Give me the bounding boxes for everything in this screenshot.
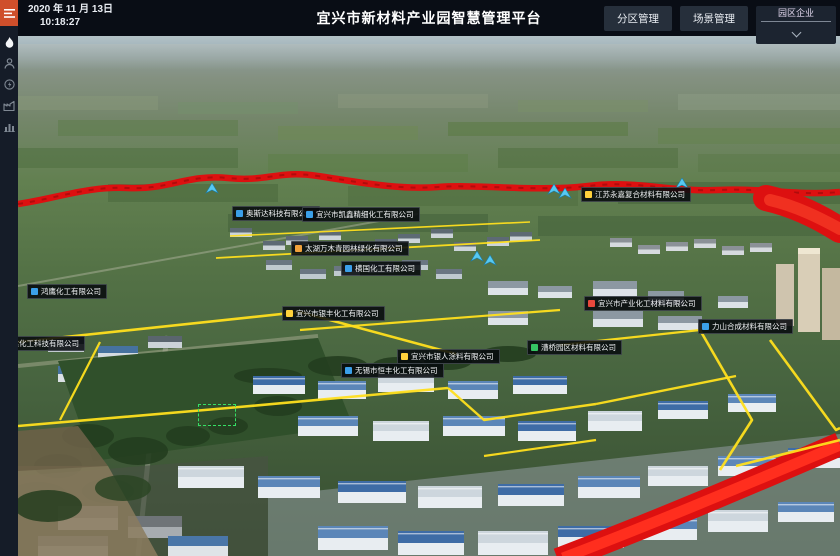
company-label[interactable]: 江苏永嘉复合材料有限公司 bbox=[581, 187, 691, 202]
company-label-text: 宜兴市银人涂料有限公司 bbox=[411, 351, 494, 362]
company-marker-icon bbox=[702, 323, 709, 330]
company-label-text: 太湖万木青园林绿化有限公司 bbox=[305, 243, 403, 254]
company-marker-icon bbox=[236, 210, 243, 217]
time-text: 10:18:27 bbox=[28, 16, 113, 29]
enterprise-dropdown[interactable]: 园区企业 bbox=[756, 6, 836, 44]
company-label-text: 横国化工有限公司 bbox=[355, 263, 415, 274]
flame-icon bbox=[4, 37, 15, 49]
person-icon bbox=[4, 58, 15, 69]
company-label[interactable]: 漕桥园区材料有限公司 bbox=[527, 340, 622, 355]
company-label[interactable]: 宜兴市凯鑫精细化工有限公司 bbox=[302, 207, 420, 222]
toolbar-item-personnel[interactable] bbox=[0, 53, 18, 74]
company-label-text: 无锡市恒丰化工有限公司 bbox=[355, 365, 438, 376]
toolbar-item-fire[interactable] bbox=[0, 32, 18, 53]
left-toolbar bbox=[0, 0, 18, 556]
drone-marker-icon[interactable] bbox=[205, 182, 219, 194]
company-label[interactable]: 兴达化工科技有限公司 bbox=[18, 336, 85, 351]
company-label[interactable]: 横国化工有限公司 bbox=[341, 261, 421, 276]
company-label[interactable]: 宜兴市银人涂料有限公司 bbox=[397, 349, 500, 364]
company-label-text: 鸿鹰化工有限公司 bbox=[41, 286, 101, 297]
company-marker-icon bbox=[345, 265, 352, 272]
selection-box bbox=[198, 404, 236, 426]
company-marker-icon bbox=[306, 211, 313, 218]
company-marker-icon bbox=[585, 191, 592, 198]
company-label-text: 江苏永嘉复合材料有限公司 bbox=[595, 189, 685, 200]
menu-button[interactable] bbox=[0, 0, 18, 26]
company-marker-icon bbox=[588, 300, 595, 307]
drone-marker-icon[interactable] bbox=[470, 250, 484, 262]
company-label-text: 宜兴市银丰化工有限公司 bbox=[296, 308, 379, 319]
company-marker-icon bbox=[295, 245, 302, 252]
company-label-text: 力山合成材料有限公司 bbox=[712, 321, 787, 332]
toolbar-item-energy[interactable] bbox=[0, 74, 18, 95]
company-label[interactable]: 宜兴市银丰化工有限公司 bbox=[282, 306, 385, 321]
chevron-down-icon bbox=[791, 28, 801, 38]
bolt-circle-icon bbox=[4, 79, 15, 90]
company-label-text: 兴达化工科技有限公司 bbox=[18, 338, 79, 349]
company-label[interactable]: 宜兴市产业化工材料有限公司 bbox=[584, 296, 702, 311]
datetime: 2020 年 11 月 13日 10:18:27 bbox=[28, 3, 113, 29]
map-viewport[interactable]: 奥斯达科技有限公司宜兴市凯鑫精细化工有限公司太湖万木青园林绿化有限公司横国化工有… bbox=[18, 36, 840, 556]
company-label-text: 漕桥园区材料有限公司 bbox=[541, 342, 616, 353]
drone-marker-icon[interactable] bbox=[483, 254, 497, 266]
toolbar-item-enterprise[interactable] bbox=[0, 95, 18, 116]
company-label-text: 宜兴市产业化工材料有限公司 bbox=[598, 298, 696, 309]
company-marker-icon bbox=[286, 310, 293, 317]
map-terrain bbox=[18, 36, 840, 556]
divider bbox=[761, 21, 831, 22]
top-header: 宜兴市新材料产业园智慧管理平台 2020 年 11 月 13日 10:18:27… bbox=[18, 0, 840, 36]
bar-chart-icon bbox=[4, 121, 15, 132]
drone-marker-icon[interactable] bbox=[558, 187, 572, 199]
scene-management-button[interactable]: 场景管理 bbox=[680, 6, 748, 31]
company-marker-icon bbox=[401, 353, 408, 360]
company-label[interactable]: 太湖万木青园林绿化有限公司 bbox=[291, 241, 409, 256]
company-marker-icon bbox=[531, 344, 538, 351]
zone-management-button[interactable]: 分区管理 bbox=[604, 6, 672, 31]
toolbar-item-statistics[interactable] bbox=[0, 116, 18, 137]
date-text: 2020 年 11 月 13日 bbox=[28, 3, 113, 16]
company-marker-icon bbox=[345, 367, 352, 374]
hamburger-icon bbox=[4, 9, 15, 18]
factory-icon bbox=[3, 100, 15, 111]
enterprise-dropdown-label: 园区企业 bbox=[756, 8, 836, 19]
company-label[interactable]: 力山合成材料有限公司 bbox=[698, 319, 793, 334]
company-label[interactable]: 无锡市恒丰化工有限公司 bbox=[341, 363, 444, 378]
company-label[interactable]: 鸿鹰化工有限公司 bbox=[27, 284, 107, 299]
company-marker-icon bbox=[31, 288, 38, 295]
company-label-text: 宜兴市凯鑫精细化工有限公司 bbox=[316, 209, 414, 220]
